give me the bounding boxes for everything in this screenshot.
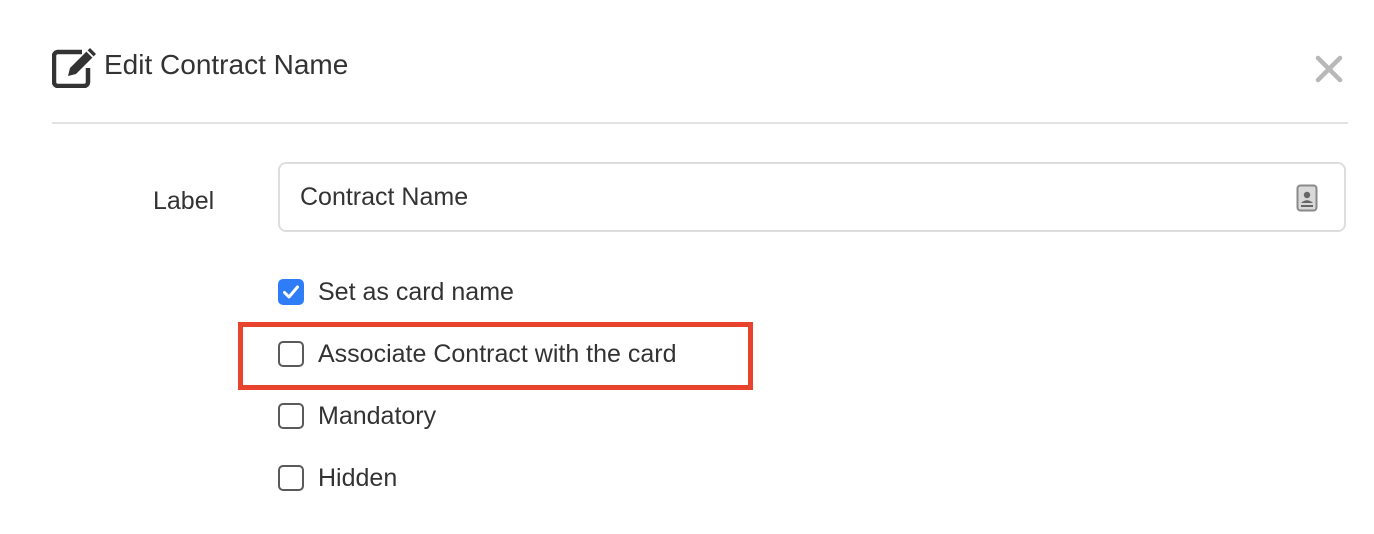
option-mandatory[interactable]: Mandatory bbox=[278, 396, 436, 436]
close-icon[interactable] bbox=[1314, 54, 1344, 84]
option-hidden[interactable]: Hidden bbox=[278, 458, 397, 498]
label-field bbox=[278, 162, 1346, 232]
edit-icon bbox=[51, 46, 98, 89]
option-label: Associate Contract with the card bbox=[318, 340, 677, 368]
mandatory-checkbox[interactable] bbox=[278, 403, 304, 429]
associate-contract-checkbox[interactable] bbox=[278, 341, 304, 367]
dialog-title: Edit Contract Name bbox=[104, 49, 349, 80]
label-input[interactable] bbox=[300, 164, 1260, 230]
option-label: Mandatory bbox=[318, 402, 437, 430]
option-associate-contract[interactable]: Associate Contract with the card bbox=[278, 334, 677, 374]
label-caption: Label bbox=[153, 187, 215, 215]
dialog-header: Edit Contract Name bbox=[51, 40, 1348, 124]
contact-card-icon[interactable] bbox=[1296, 184, 1318, 212]
option-set-as-card-name[interactable]: Set as card name bbox=[278, 272, 514, 312]
set-as-card-name-checkbox[interactable] bbox=[278, 279, 304, 305]
hidden-checkbox[interactable] bbox=[278, 465, 304, 491]
edit-field-dialog: Edit Contract Name Label Set as card nam… bbox=[0, 0, 1374, 534]
option-label: Hidden bbox=[318, 464, 398, 492]
option-label: Set as card name bbox=[318, 278, 514, 306]
